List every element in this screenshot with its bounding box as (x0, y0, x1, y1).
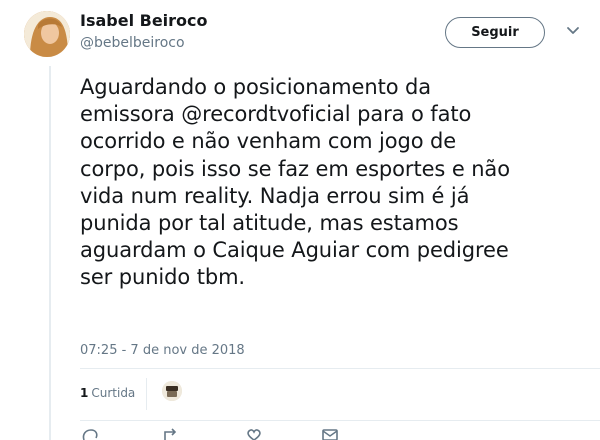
tweet-text: Aguardando o posicionamento da emissora … (80, 74, 590, 292)
tweet-card: Isabel Beiroco @bebelbeiroco Seguir Agua… (0, 0, 600, 440)
likes-count: 1 (80, 386, 89, 400)
reply-icon[interactable] (80, 428, 100, 440)
likes-label: Curtida (91, 386, 136, 400)
thread-line (49, 66, 51, 440)
tweet-timestamp[interactable]: 07:25 - 7 de nov de 2018 (80, 343, 245, 358)
tweet-text-line: aguardam o Caique Aguiar com pedigree (80, 238, 509, 263)
tweet-text-line: ocorrido e não venham com jogo de (80, 129, 457, 154)
divider (80, 368, 600, 369)
author-name[interactable]: Isabel Beiroco (80, 11, 208, 30)
tweet-text-line: Aguardando o posicionamento da (80, 75, 432, 99)
tweet-text-line: corpo, pois isso se faz em esportes e nã… (80, 156, 510, 181)
divider (80, 420, 600, 421)
author-handle[interactable]: @bebelbeiroco (80, 35, 185, 51)
retweet-icon[interactable] (162, 428, 182, 440)
tweet-text-line: emissora @recordtvoficial para o fato (80, 102, 472, 127)
message-icon[interactable] (320, 428, 340, 440)
author-avatar[interactable] (24, 11, 70, 57)
likes-stat[interactable]: 1 Curtida (80, 386, 135, 400)
chevron-down-icon[interactable] (566, 26, 580, 36)
liker-avatar[interactable] (162, 381, 182, 401)
tweet-text-line: punida por tal atitude, mas estamos (80, 211, 459, 236)
like-icon[interactable] (244, 428, 264, 440)
stats-separator (146, 378, 147, 410)
tweet-text-line: ser punido tbm. (80, 265, 246, 290)
tweet-text-line: vida num reality. Nadja errou sim é já (80, 183, 470, 208)
follow-button[interactable]: Seguir (445, 17, 545, 48)
